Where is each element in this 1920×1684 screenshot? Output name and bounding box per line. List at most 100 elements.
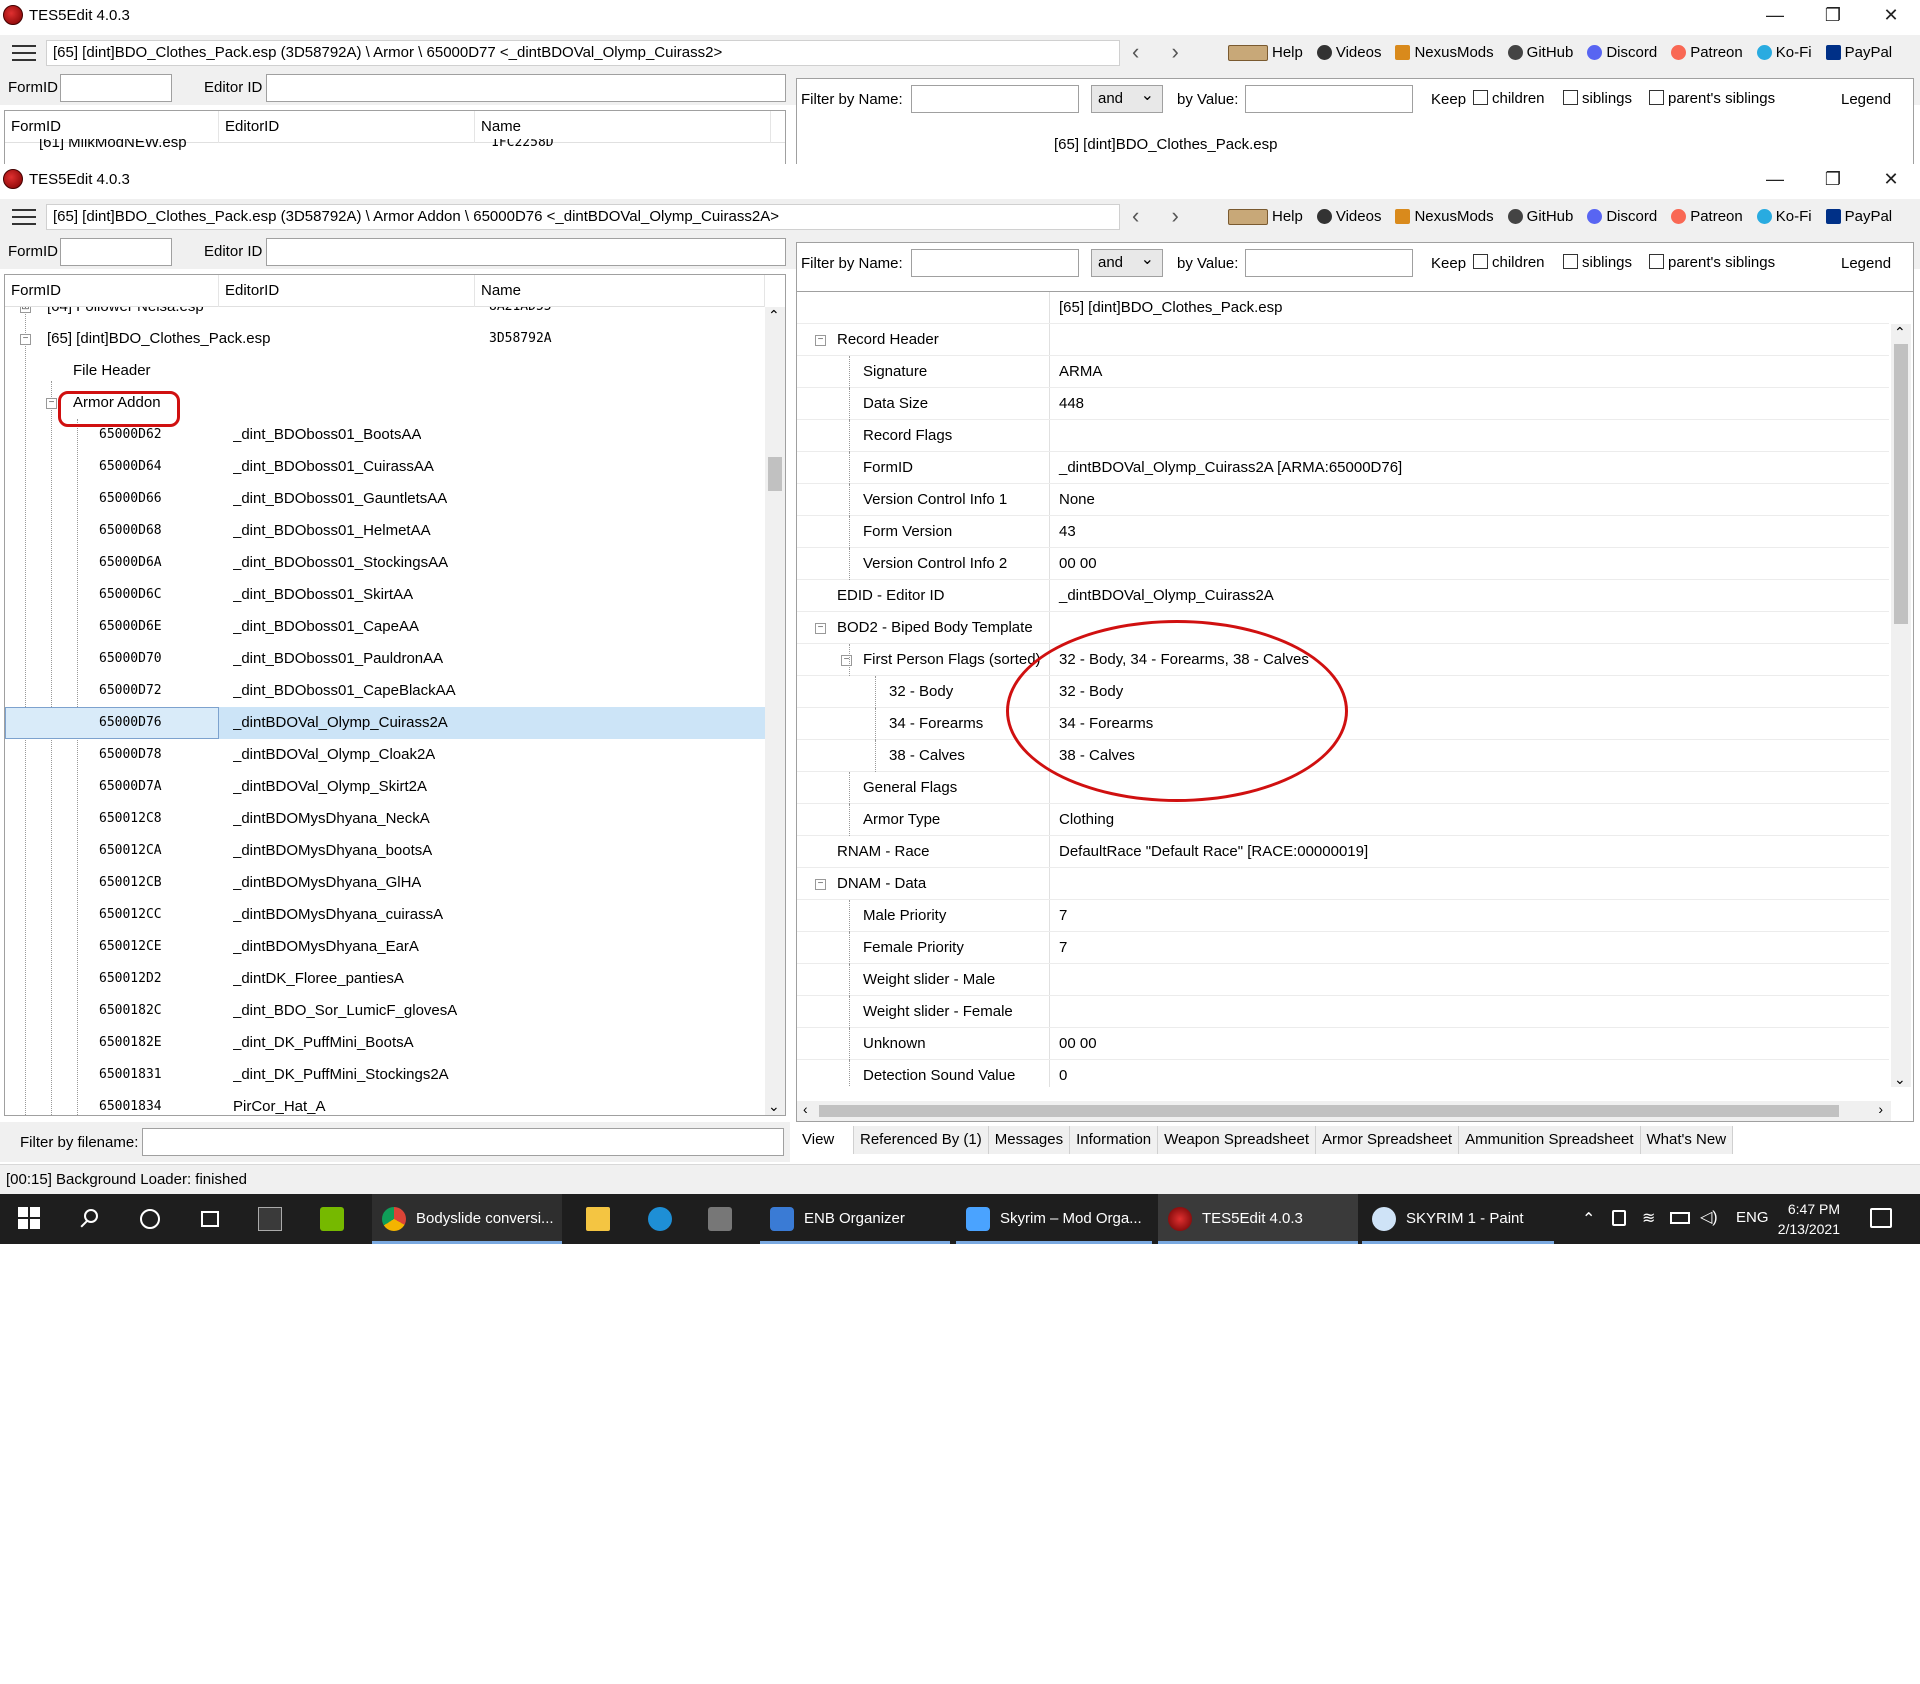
clock[interactable]: 6:47 PM 2/13/2021 bbox=[1776, 1199, 1840, 1239]
windows-start-icon[interactable] bbox=[18, 1207, 42, 1231]
discord-link[interactable]: Discord bbox=[1587, 208, 1657, 225]
tree-record-row[interactable]: 65000D6A _dint_BDOboss01_StockingsAA bbox=[5, 547, 765, 579]
close-button[interactable]: ✕ bbox=[1862, 164, 1920, 194]
tree-record-row[interactable]: 65000D7A _dintBDOVal_Olymp_Skirt2A bbox=[5, 771, 765, 803]
task-view-icon[interactable] bbox=[198, 1207, 222, 1231]
col-editorid[interactable]: EditorID bbox=[219, 111, 475, 143]
field-value[interactable]: _dintBDOVal_Olymp_Cuirass2A bbox=[1059, 580, 1274, 612]
editorid-input[interactable] bbox=[266, 238, 786, 266]
tree-record-row[interactable]: 65000D6E _dint_BDOboss01_CapeAA bbox=[5, 611, 765, 643]
field-value[interactable]: 00 00 bbox=[1059, 1028, 1097, 1060]
field-value[interactable]: 00 00 bbox=[1059, 548, 1097, 580]
tool-icon[interactable] bbox=[708, 1207, 732, 1231]
tree-record-row[interactable]: 65000D64 _dint_BDOboss01_CuirassAA bbox=[5, 451, 765, 483]
nexusmods-link[interactable]: NexusMods bbox=[1395, 208, 1494, 225]
formid-input[interactable] bbox=[60, 74, 172, 102]
record-field-row[interactable]: − Record Header bbox=[797, 324, 1889, 356]
close-button[interactable]: ✕ bbox=[1862, 0, 1920, 30]
tab-messages[interactable]: Messages bbox=[988, 1126, 1071, 1154]
record-field-row[interactable]: RNAM - Race DefaultRace "Default Race" [R… bbox=[797, 836, 1889, 868]
videos-link[interactable]: Videos bbox=[1316, 208, 1381, 225]
field-value[interactable]: 0 bbox=[1059, 1060, 1067, 1087]
tab-weapon-spreadsheet[interactable]: Weapon Spreadsheet bbox=[1158, 1126, 1316, 1154]
cortana-icon[interactable] bbox=[138, 1207, 162, 1231]
monitor-app-icon[interactable] bbox=[258, 1207, 282, 1231]
tab-information[interactable]: Information bbox=[1070, 1126, 1159, 1154]
tree-record-row[interactable]: 650012CE _dintBDOMysDhyana_EarA bbox=[5, 931, 765, 963]
scroll-up-icon[interactable]: ⌃ bbox=[768, 307, 780, 324]
taskbar-app-chrome[interactable]: Bodyslide conversi... bbox=[372, 1194, 562, 1244]
col-name[interactable]: Name bbox=[475, 275, 765, 307]
field-value[interactable]: Clothing bbox=[1059, 804, 1114, 836]
paypal-link[interactable]: PayPal bbox=[1825, 44, 1892, 61]
record-field-row[interactable]: Record Flags bbox=[797, 420, 1889, 452]
record-field-row[interactable]: Weight slider - Male bbox=[797, 964, 1889, 996]
github-link[interactable]: GitHub bbox=[1507, 208, 1573, 225]
collapse-icon[interactable]: − bbox=[46, 398, 57, 409]
field-value[interactable]: None bbox=[1059, 484, 1095, 516]
field-value[interactable]: DefaultRace "Default Race" [RACE:0000001… bbox=[1059, 836, 1368, 868]
help-link[interactable]: Help bbox=[1228, 44, 1303, 61]
taskbar-app-enb-organizer[interactable]: ENB Organizer bbox=[760, 1194, 950, 1244]
col-editorid[interactable]: EditorID bbox=[219, 275, 475, 307]
record-field-row[interactable]: Data Size 448 bbox=[797, 388, 1889, 420]
scroll-up-icon[interactable]: ⌃ bbox=[1894, 324, 1906, 341]
tree-row-file-header[interactable]: File Header bbox=[5, 355, 765, 387]
tree-record-row[interactable]: 65000D76 _dintBDOVal_Olymp_Cuirass2A bbox=[5, 707, 765, 739]
record-field-row[interactable]: EDID - Editor ID _dintBDOVal_Olymp_Cuiras… bbox=[797, 580, 1889, 612]
record-field-row[interactable]: Male Priority 7 bbox=[797, 900, 1889, 932]
siblings-checkbox[interactable]: siblings bbox=[1563, 90, 1632, 107]
parents-siblings-checkbox[interactable]: parent's siblings bbox=[1649, 90, 1775, 107]
back-icon[interactable]: ‹ bbox=[1132, 39, 1139, 64]
right-scrollbar[interactable]: ⌃ ⌄ bbox=[1891, 324, 1911, 1087]
record-field-row[interactable]: Version Control Info 2 00 00 bbox=[797, 548, 1889, 580]
tree-record-row[interactable]: 65001831 _dint_DK_PuffMini_Stockings2A bbox=[5, 1059, 765, 1091]
restore-button[interactable]: ❐ bbox=[1804, 0, 1862, 30]
kofi-link[interactable]: Ko-Fi bbox=[1756, 208, 1812, 225]
search-icon[interactable] bbox=[78, 1207, 102, 1231]
language-indicator[interactable]: ENG bbox=[1736, 1209, 1769, 1226]
tree-row-plugin[interactable]: − [65] [dint]BDO_Clothes_Pack.esp 3D5879… bbox=[5, 323, 765, 355]
children-checkbox[interactable]: children bbox=[1473, 90, 1545, 107]
nexusmods-link[interactable]: NexusMods bbox=[1395, 44, 1494, 61]
collapse-icon[interactable]: − bbox=[20, 334, 31, 345]
record-field-row[interactable]: 38 - Calves 38 - Calves bbox=[797, 740, 1889, 772]
menu-icon[interactable] bbox=[12, 45, 36, 61]
tree-record-row[interactable]: 650012C8 _dintBDOMysDhyana_NeckA bbox=[5, 803, 765, 835]
field-value[interactable]: 7 bbox=[1059, 900, 1067, 932]
tab-ammunition-spreadsheet[interactable]: Ammunition Spreadsheet bbox=[1459, 1126, 1641, 1154]
tree-record-row[interactable]: 650012CC _dintBDOMysDhyana_cuirassA bbox=[5, 899, 765, 931]
field-value[interactable]: _dintBDOVal_Olymp_Cuirass2A [ARMA:65000D… bbox=[1059, 452, 1402, 484]
menu-icon[interactable] bbox=[12, 209, 36, 225]
file-explorer-icon[interactable] bbox=[586, 1207, 610, 1231]
minimize-button[interactable]: — bbox=[1746, 164, 1804, 194]
scroll-down-icon[interactable]: ⌄ bbox=[1894, 1071, 1906, 1087]
filter-value-input[interactable] bbox=[1245, 249, 1413, 277]
kofi-link[interactable]: Ko-Fi bbox=[1756, 44, 1812, 61]
tab-armor-spreadsheet[interactable]: Armor Spreadsheet bbox=[1316, 1126, 1460, 1154]
legend-button[interactable]: Legend bbox=[1841, 255, 1891, 272]
collapse-icon[interactable]: − bbox=[815, 623, 826, 634]
tree-record-row[interactable]: 65000D72 _dint_BDOboss01_CapeBlackAA bbox=[5, 675, 765, 707]
taskbar-app-paint[interactable]: SKYRIM 1 - Paint bbox=[1362, 1194, 1554, 1244]
record-field-row[interactable]: Form Version 43 bbox=[797, 516, 1889, 548]
window2-path-field[interactable]: [65] [dint]BDO_Clothes_Pack.esp (3D58792… bbox=[46, 204, 1120, 230]
tree-record-row[interactable]: 65000D70 _dint_BDOboss01_PauldronAA bbox=[5, 643, 765, 675]
volume-icon[interactable]: ◁) bbox=[1700, 1207, 1718, 1227]
editorid-input[interactable] bbox=[266, 74, 786, 102]
scroll-thumb[interactable] bbox=[1894, 344, 1908, 624]
record-field-row[interactable]: − DNAM - Data bbox=[797, 868, 1889, 900]
left-scrollbar[interactable]: ⌃ ⌄ bbox=[765, 307, 785, 1115]
and-or-dropdown[interactable]: and bbox=[1091, 247, 1163, 277]
field-value[interactable]: 43 bbox=[1059, 516, 1076, 548]
help-link[interactable]: Help bbox=[1228, 208, 1303, 225]
discord-link[interactable]: Discord bbox=[1587, 44, 1657, 61]
tree-row-partial[interactable]: ⊞ [64] Follower Neisa.esp 8A21AD55 bbox=[5, 307, 765, 323]
forward-icon[interactable]: › bbox=[1171, 39, 1178, 64]
collapse-icon[interactable]: − bbox=[815, 335, 826, 346]
record-field-row[interactable]: Version Control Info 1 None bbox=[797, 484, 1889, 516]
right-hscrollbar[interactable]: ‹ › bbox=[797, 1101, 1891, 1121]
scroll-left-icon[interactable]: ‹ bbox=[803, 1101, 808, 1117]
record-field-row[interactable]: Detection Sound Value 0 bbox=[797, 1060, 1889, 1087]
tree-record-row[interactable]: 65000D66 _dint_BDOboss01_GauntletsAA bbox=[5, 483, 765, 515]
